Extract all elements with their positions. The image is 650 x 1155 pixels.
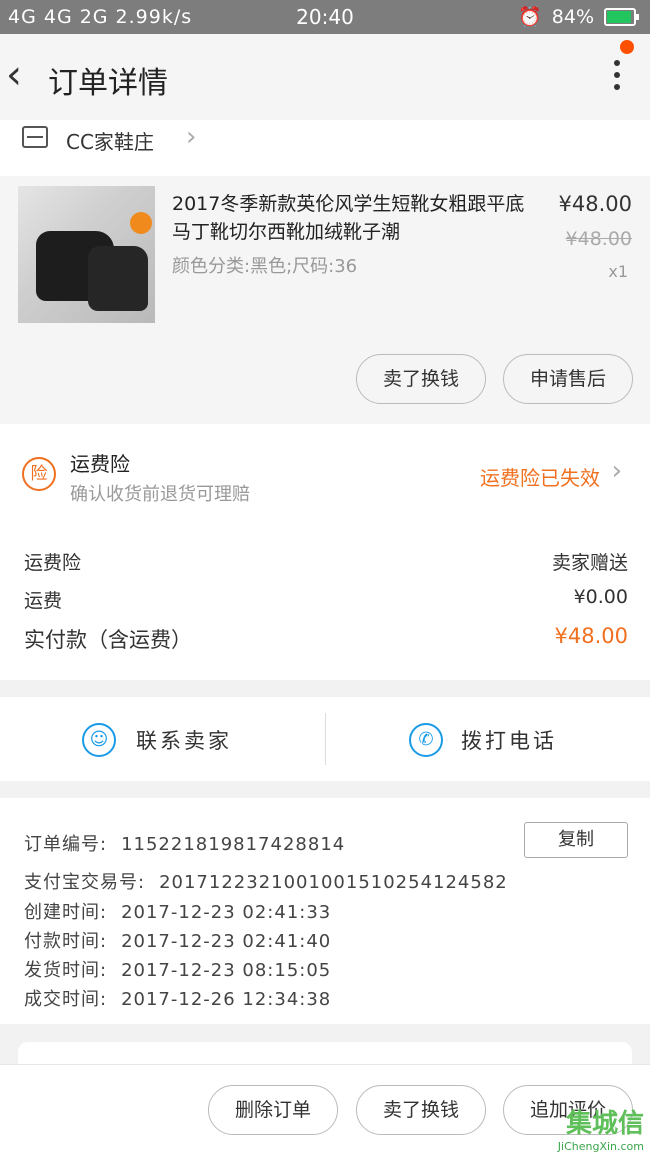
delete-order-button[interactable]: 删除订单: [208, 1085, 338, 1135]
insurance-title: 运费险: [70, 452, 130, 476]
total-row: 实付款（含运费） ¥48.00: [24, 624, 628, 654]
fee-value: 卖家赠送: [551, 552, 628, 574]
product-sku: 颜色分类:黑色;尺码:36: [172, 256, 358, 277]
sell-for-cash-button[interactable]: 卖了换钱: [356, 354, 486, 404]
contact-seller-label: 联系卖家: [136, 729, 232, 753]
info-value: 2017-12-23 08:15:05: [121, 960, 332, 981]
fee-row: 运费 ¥0.00: [24, 586, 628, 613]
insurance-subtitle: 确认收货前退货可理赔: [70, 484, 250, 505]
phone-icon: ✆: [409, 723, 443, 757]
alarm-icon: ⏰: [518, 6, 542, 28]
paid-line: 付款时间: 2017-12-23 02:41:40: [24, 927, 331, 953]
info-key: 成交时间:: [24, 989, 108, 1010]
product-card[interactable]: 2017冬季新款英伦风学生短靴女粗跟平底马丁靴切尔西靴加绒靴子潮 颜色分类:黑色…: [0, 176, 650, 424]
shop-name: CC家鞋庄: [66, 130, 154, 154]
product-original-price: ¥48.00: [565, 228, 632, 250]
watermark: 集城信 JiChengXin.com: [558, 1103, 644, 1153]
order-info: 订单编号: 115221819817428814 复制 支付宝交易号: 201712…: [0, 798, 650, 1024]
status-right: ⏰ 84%: [518, 5, 639, 28]
fee-value: ¥0.00: [573, 586, 628, 608]
contact-seller-button[interactable]: ☺ 联系卖家: [0, 697, 325, 781]
status-bar: 4G 4G 2G 2.99k/s 20:40 ⏰ 84%: [0, 0, 650, 34]
total-label: 实付款（含运费）: [24, 628, 192, 652]
chevron-right-icon[interactable]: ›: [612, 456, 622, 486]
fee-label: 运费险: [24, 552, 82, 574]
after-sale-button[interactable]: 申请售后: [503, 354, 633, 404]
bottom-action-bar: 删除订单 卖了换钱 追加评价 集城信 JiChengXin.com: [0, 1064, 650, 1155]
more-menu-icon[interactable]: [612, 60, 622, 94]
insurance-badge-icon: 险: [22, 457, 56, 491]
boot-shape: [88, 246, 148, 311]
nav-bar: ‹ 订单详情: [0, 34, 650, 120]
watermark-url: JiChengXin.com: [557, 1140, 644, 1153]
insurance-section: 险 运费险 确认收货前退货可理赔 运费险已失效 › 运费险 卖家赠送 运费 ¥0…: [0, 424, 650, 680]
alipay-line: 支付宝交易号: 20171223210010015102541245​82: [24, 868, 508, 894]
battery-icon: [604, 7, 639, 26]
info-key: 创建时间:: [24, 902, 108, 923]
contact-bar: ☺ 联系卖家 ✆ 拨打电话: [0, 697, 650, 781]
chevron-right-icon: ›: [186, 122, 197, 152]
orange-shape: [130, 212, 152, 234]
created-line: 创建时间: 2017-12-23 02:41:33: [24, 898, 331, 924]
page-title: 订单详情: [48, 66, 168, 101]
insurance-status[interactable]: 运费险已失效: [480, 462, 600, 491]
fee-label: 运费: [24, 590, 63, 612]
sell-for-cash-button[interactable]: 卖了换钱: [356, 1085, 486, 1135]
notification-dot: [620, 40, 634, 54]
call-button[interactable]: ✆ 拨打电话: [325, 697, 650, 781]
info-key: 支付宝交易号:: [24, 872, 146, 893]
call-label: 拨打电话: [461, 729, 557, 753]
battery-percent: 84%: [551, 5, 594, 28]
completed-line: 成交时间: 2017-12-26 12:34:38: [24, 985, 331, 1011]
info-value: 2017-12-26 12:34:38: [121, 989, 332, 1010]
info-key: 订单编号:: [24, 834, 108, 855]
watermark-logo: 集城信: [565, 1109, 644, 1139]
store-icon: [22, 126, 48, 148]
fee-row: 运费险 卖家赠送: [24, 548, 628, 575]
back-arrow-icon[interactable]: ‹: [6, 52, 22, 98]
info-value: 115221819817428814: [121, 834, 346, 855]
info-value: 20171223210010015102541245​82: [159, 872, 508, 893]
info-key: 发货时间:: [24, 960, 108, 981]
copy-button[interactable]: 复制: [524, 822, 628, 858]
shipped-line: 发货时间: 2017-12-23 08:15:05: [24, 956, 331, 982]
product-price: ¥48.00: [558, 192, 632, 216]
total-value: ¥48.00: [554, 624, 628, 648]
info-key: 付款时间:: [24, 931, 108, 952]
product-image[interactable]: [18, 186, 155, 323]
info-value: 2017-12-23 02:41:33: [121, 902, 332, 923]
battery-fill: [607, 10, 631, 23]
chat-bubble-icon: ☺: [82, 723, 116, 757]
info-value: 2017-12-23 02:41:40: [121, 931, 332, 952]
product-title[interactable]: 2017冬季新款英伦风学生短靴女粗跟平底马丁靴切尔西靴加绒靴子潮: [172, 190, 532, 246]
product-quantity: x1: [608, 262, 628, 281]
shop-row[interactable]: CC家鞋庄 ›: [0, 120, 650, 176]
order-number-line: 订单编号: 115221819817428814: [24, 830, 345, 856]
